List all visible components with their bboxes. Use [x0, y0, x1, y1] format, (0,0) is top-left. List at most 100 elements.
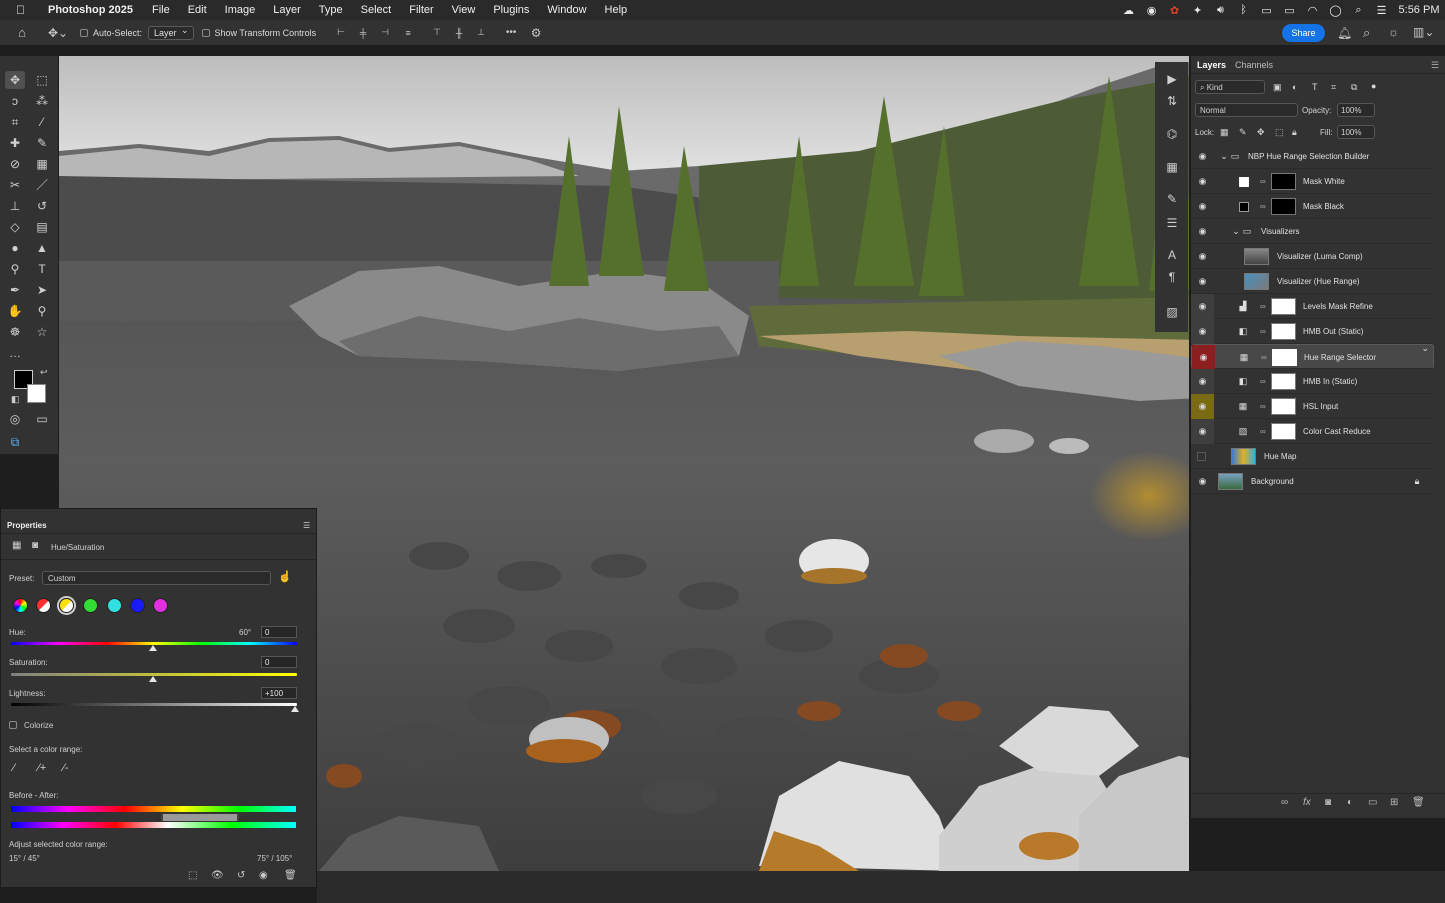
hidden-visibility-icon[interactable] — [1197, 452, 1206, 461]
volume-icon[interactable]: 🔊︎ — [1209, 4, 1232, 17]
clone-stamp-icon[interactable]: ⊥ — [5, 197, 25, 215]
layer-row[interactable]: ◉ ▨ ∞ Color Cast Reduce — [1191, 419, 1434, 444]
remove-tool-icon[interactable]: ✂ — [5, 176, 25, 194]
gradient-tool-icon[interactable]: ▤ — [32, 218, 52, 236]
battery-icon[interactable]: ▭ — [1278, 4, 1301, 17]
visibility-eye-icon[interactable]: ◉ — [1197, 302, 1208, 311]
menu-plugins[interactable]: Plugins — [484, 0, 538, 20]
link-icon[interactable]: ∞ — [1260, 402, 1266, 411]
paragraph-icon[interactable]: ¶ — [1163, 270, 1181, 288]
blues-color-swatch[interactable] — [130, 598, 145, 613]
link-icon[interactable]: ∞ — [1260, 327, 1266, 336]
lock-transparent-icon[interactable]: ▦ — [1220, 127, 1229, 138]
mask-icon[interactable]: ◙ — [32, 540, 38, 551]
dropbox-icon[interactable]: ✦ — [1186, 4, 1209, 17]
layer-mask-thumbnail[interactable] — [1271, 198, 1296, 215]
visibility-eye-icon[interactable]: ◉ — [1197, 402, 1208, 411]
visibility-eye-icon[interactable]: ◉ — [1197, 177, 1208, 186]
character-icon[interactable]: A — [1163, 248, 1181, 266]
link-icon[interactable]: ∞ — [1260, 377, 1266, 386]
layer-mask-thumbnail[interactable] — [1271, 398, 1296, 415]
layer-row[interactable]: ◉ ⌄ ▭ Visualizers — [1191, 219, 1434, 244]
magentas-color-swatch[interactable] — [153, 598, 168, 613]
align-bottom-icon[interactable]: ⊥ — [470, 27, 492, 38]
layer-mask-thumbnail[interactable] — [1271, 423, 1296, 440]
layer-thumbnail[interactable] — [1231, 448, 1256, 465]
paths-icon[interactable]: ⌬ — [1163, 127, 1181, 145]
spot-healing-icon[interactable]: ✎ — [32, 134, 52, 152]
lock-pixels-icon[interactable]: ✎ — [1239, 127, 1247, 138]
align-top-icon[interactable]: ⊤ — [426, 27, 448, 38]
visibility-eye-icon[interactable]: ◉ — [1197, 327, 1208, 336]
filter-shape-icon[interactable]: ⌗ — [1331, 82, 1336, 93]
layer-thumbnail[interactable] — [1244, 273, 1269, 290]
magic-wand-icon[interactable]: ⁂ — [32, 92, 52, 110]
zoom-tool-icon[interactable]: ⚲ — [32, 302, 52, 320]
preset-dropdown[interactable]: Custom — [42, 571, 271, 585]
add-mask-icon[interactable]: ◙ — [1325, 797, 1331, 808]
saturation-input[interactable]: 0 — [261, 656, 297, 668]
yellows-color-swatch[interactable] — [59, 598, 74, 613]
layer-mask-thumbnail[interactable] — [1271, 323, 1296, 340]
bandage-tool-icon[interactable]: ⊘ — [5, 155, 25, 173]
gradients-icon[interactable]: ▨ — [1163, 305, 1181, 323]
layer-mask-thumbnail[interactable] — [1272, 349, 1297, 366]
default-colors-icon[interactable]: ◧ — [11, 394, 20, 405]
clock[interactable]: 5:56 PM — [1393, 4, 1445, 16]
type-tool-icon[interactable]: T — [32, 260, 52, 278]
display-icon[interactable]: ▭ — [1255, 4, 1278, 17]
lock-artboard-icon[interactable]: ⬚ — [1275, 127, 1284, 138]
menu-select[interactable]: Select — [352, 0, 401, 20]
toggle-visibility-icon[interactable]: ◉ — [259, 870, 268, 881]
menu-layer[interactable]: Layer — [264, 0, 310, 20]
lasso-tool-icon[interactable]: ↄ — [5, 92, 25, 110]
link-icon[interactable]: ∞ — [1260, 302, 1266, 311]
status-icon[interactable]: ◉ — [1140, 4, 1163, 17]
tab-channels[interactable]: Channels — [1235, 60, 1273, 70]
link-icon[interactable]: ∞ — [1261, 353, 1267, 362]
move-tool-icon[interactable]: ✥⌄ — [44, 26, 72, 40]
grid-icon[interactable]: ▦ — [1163, 160, 1181, 178]
greens-color-swatch[interactable] — [83, 598, 98, 613]
hue-input[interactable]: 0 — [261, 626, 297, 638]
edit-toolbar-icon[interactable]: ⧉ — [5, 433, 25, 451]
layer-thumbnail[interactable] — [1218, 473, 1243, 490]
saturation-slider-handle[interactable] — [149, 676, 157, 682]
visibility-eye-icon[interactable]: ◉ — [1197, 277, 1208, 286]
new-group-icon[interactable]: ▭ — [1368, 797, 1377, 808]
eyedropper-subtract-icon[interactable]: ⁄- — [63, 762, 69, 774]
align-middle-icon[interactable]: ╫ — [448, 28, 470, 38]
lightness-slider-track[interactable] — [11, 703, 297, 706]
delete-adjustment-icon[interactable]: 🗑︎ — [284, 870, 297, 881]
move-tool-icon[interactable]: ✥ — [5, 71, 25, 89]
link-icon[interactable]: ∞ — [1260, 427, 1266, 436]
layer-row[interactable]: ◉ ◧ ∞ HMB Out (Static) — [1191, 319, 1434, 344]
layer-row[interactable]: ◉ ∞ Mask White — [1191, 169, 1434, 194]
hue-slider-handle[interactable] — [149, 645, 157, 651]
healing-brush-icon[interactable]: ✚ — [5, 134, 25, 152]
lock-position-icon[interactable]: ✥ — [1257, 127, 1265, 138]
view-previous-icon[interactable]: 👁︎ — [211, 870, 224, 881]
auto-select-dropdown[interactable]: Layer — [148, 25, 194, 40]
eyedropper-icon[interactable]: ⁄ — [13, 762, 15, 774]
link-icon[interactable]: ∞ — [1260, 177, 1266, 186]
auto-select-checkbox[interactable] — [80, 28, 93, 38]
apple-icon[interactable]:  — [0, 0, 34, 20]
reds-color-swatch[interactable] — [36, 598, 51, 613]
align-left-icon[interactable]: ⊢ — [330, 27, 352, 38]
panel-menu-icon[interactable]: ☰ — [1431, 60, 1439, 71]
lightness-input[interactable]: +100 — [261, 687, 297, 699]
new-adjustment-icon[interactable]: ◐ — [1347, 797, 1353, 808]
fill-input[interactable]: 100% — [1337, 125, 1375, 139]
layer-row[interactable]: Hue Map — [1191, 444, 1434, 469]
layer-row-selected[interactable]: ◉ ▦ ∞ Hue Range Selector — [1191, 343, 1434, 370]
filter-type-icon[interactable]: T — [1312, 82, 1318, 92]
tab-layers[interactable]: Layers — [1197, 60, 1226, 70]
eyedropper-tool-icon[interactable]: ⁄ — [32, 113, 52, 131]
visibility-eye-icon[interactable]: ◉ — [1197, 227, 1208, 236]
discover-icon[interactable]: ☼ — [1388, 25, 1399, 39]
path-select-icon[interactable]: ➤ — [32, 281, 52, 299]
visibility-eye-icon[interactable]: ◉ — [1197, 202, 1208, 211]
fx-icon[interactable]: fx — [1303, 797, 1311, 808]
actions-icon[interactable]: ⇅ — [1163, 94, 1181, 112]
